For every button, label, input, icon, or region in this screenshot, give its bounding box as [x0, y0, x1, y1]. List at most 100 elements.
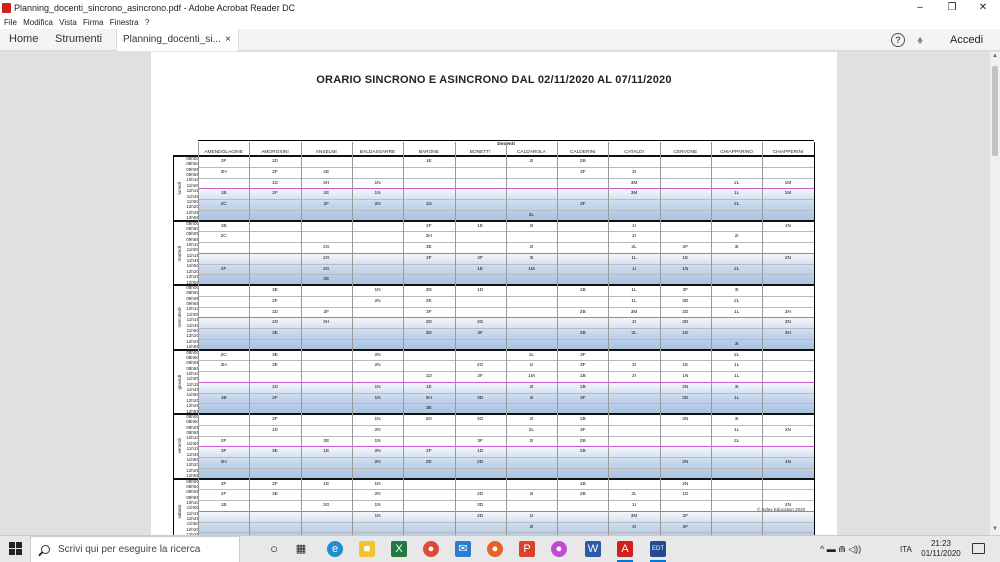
schedule-cell[interactable]: 1L [711, 310, 762, 315]
schedule-cell[interactable]: 1I [608, 224, 659, 229]
menu-file[interactable]: File [4, 18, 17, 27]
schedule-cell[interactable]: 3F [198, 159, 249, 164]
schedule-cell[interactable]: 1B [557, 385, 608, 390]
schedule-cell[interactable]: 2N [352, 492, 403, 497]
schedule-cell[interactable]: 1N [352, 514, 403, 519]
schedule-cell[interactable]: 3E [403, 406, 454, 411]
chrome-icon[interactable]: ● [423, 541, 439, 557]
schedule-cell[interactable]: 1M [762, 191, 813, 196]
schedule-cell[interactable]: 1E [403, 159, 454, 164]
close-tab-icon[interactable]: × [225, 29, 231, 50]
edt-app-icon[interactable]: EDT [650, 541, 666, 557]
schedule-cell[interactable]: 2D [403, 417, 454, 422]
schedule-cell[interactable]: 3M [608, 310, 659, 315]
schedule-cell[interactable]: 2N [352, 202, 403, 207]
schedule-cell[interactable]: 1L [608, 256, 659, 261]
schedule-cell[interactable]: 2F [660, 245, 711, 250]
schedule-cell[interactable]: 3D [403, 331, 454, 336]
menu-firma[interactable]: Firma [83, 18, 103, 27]
schedule-cell[interactable]: 3E [403, 245, 454, 250]
schedule-cell[interactable]: 3F [660, 288, 711, 293]
schedule-cell[interactable]: 2E [301, 191, 352, 196]
schedule-cell[interactable]: 2N [352, 363, 403, 368]
schedule-cell[interactable]: 2I [506, 224, 557, 229]
schedule-cell[interactable]: 2L [711, 181, 762, 186]
schedule-cell[interactable]: 1D [455, 288, 506, 293]
schedule-cell[interactable]: 2N [352, 460, 403, 465]
schedule-cell[interactable]: 1E [455, 267, 506, 272]
schedule-cell[interactable]: 2I [506, 385, 557, 390]
schedule-cell[interactable]: 1N [660, 267, 711, 272]
schedule-cell[interactable]: 2B [557, 159, 608, 164]
schedule-cell[interactable]: 3I [711, 245, 762, 250]
schedule-cell[interactable]: 2D [455, 492, 506, 497]
schedule-cell[interactable]: 3F [557, 428, 608, 433]
schedule-cell[interactable]: 3E [301, 277, 352, 282]
edge-icon[interactable]: e [327, 541, 343, 557]
schedule-cell[interactable]: 1I [506, 363, 557, 368]
schedule-cell[interactable]: 1N [352, 417, 403, 422]
schedule-cell[interactable]: 2E [403, 299, 454, 304]
schedule-cell[interactable]: 2L [506, 428, 557, 433]
schedule-cell[interactable]: 2C [198, 234, 249, 239]
schedule-cell[interactable]: 1D [249, 159, 300, 164]
menu-finestra[interactable]: Finestra [110, 18, 139, 27]
menu-help[interactable]: ? [145, 18, 149, 27]
schedule-cell[interactable]: 2F [198, 492, 249, 497]
schedule-cell[interactable]: 1N [352, 503, 403, 508]
schedule-cell[interactable]: 1D [249, 310, 300, 315]
schedule-cell[interactable]: 1L [711, 428, 762, 433]
vertical-scrollbar[interactable]: ▲ ▼ [990, 52, 1000, 535]
tab-tools[interactable]: Strumenti [55, 29, 102, 51]
schedule-cell[interactable]: 2C [198, 353, 249, 358]
schedule-cell[interactable]: 2N [352, 353, 403, 358]
schedule-cell[interactable]: 3I [608, 525, 659, 530]
schedule-cell[interactable]: 1B [198, 503, 249, 508]
schedule-cell[interactable]: 3H [762, 310, 813, 315]
schedule-cell[interactable]: 3M [608, 191, 659, 196]
schedule-cell[interactable]: 2I [506, 492, 557, 497]
schedule-cell[interactable]: 3F [198, 482, 249, 487]
schedule-cell[interactable]: 1D [249, 385, 300, 390]
schedule-cell[interactable]: 1I [506, 514, 557, 519]
schedule-cell[interactable]: 3H [762, 331, 813, 336]
schedule-cell[interactable]: 2N [352, 449, 403, 454]
schedule-cell[interactable]: 1D [660, 492, 711, 497]
schedule-cell[interactable]: 2B [557, 492, 608, 497]
schedule-cell[interactable]: 2N [762, 428, 813, 433]
schedule-cell[interactable]: 3D [455, 503, 506, 508]
schedule-cell[interactable]: 3D [455, 396, 506, 401]
schedule-cell[interactable]: 2I [506, 396, 557, 401]
schedule-cell[interactable]: 2F [198, 267, 249, 272]
schedule-cell[interactable]: 2B [557, 310, 608, 315]
schedule-cell[interactable]: 3E [249, 449, 300, 454]
bell-icon[interactable]: ♦ [917, 33, 923, 47]
schedule-cell[interactable]: 2F [249, 417, 300, 422]
schedule-cell[interactable]: 2E [301, 170, 352, 175]
schedule-cell[interactable]: 3I [506, 256, 557, 261]
schedule-cell[interactable]: 1L [608, 288, 659, 293]
schedule-cell[interactable]: 2F [249, 396, 300, 401]
schedule-cell[interactable]: 3I [711, 417, 762, 422]
schedule-cell[interactable]: 1N [762, 224, 813, 229]
maximize-button[interactable]: ❐ [937, 0, 967, 16]
schedule-cell[interactable]: 1N [352, 181, 403, 186]
schedule-cell[interactable]: 1N [352, 396, 403, 401]
schedule-cell[interactable]: 2L [608, 492, 659, 497]
schedule-cell[interactable]: 2L [608, 245, 659, 250]
schedule-cell[interactable]: 1B [557, 288, 608, 293]
notifications-icon[interactable] [972, 543, 985, 554]
schedule-cell[interactable]: 2G [455, 363, 506, 368]
task-view-icon[interactable]: ▦ [293, 541, 309, 557]
schedule-cell[interactable]: 2I [506, 525, 557, 530]
schedule-cell[interactable]: 2C [198, 202, 249, 207]
schedule-cell[interactable]: 1E [660, 363, 711, 368]
schedule-cell[interactable]: 1L [711, 363, 762, 368]
schedule-cell[interactable]: 2L [711, 267, 762, 272]
schedule-cell[interactable]: 3I [711, 385, 762, 390]
schedule-cell[interactable]: 2I [506, 417, 557, 422]
schedule-cell[interactable]: 3M [608, 514, 659, 519]
schedule-cell[interactable]: 1I [608, 267, 659, 272]
schedule-cell[interactable]: 3E [301, 439, 352, 444]
schedule-cell[interactable]: 3D [660, 320, 711, 325]
